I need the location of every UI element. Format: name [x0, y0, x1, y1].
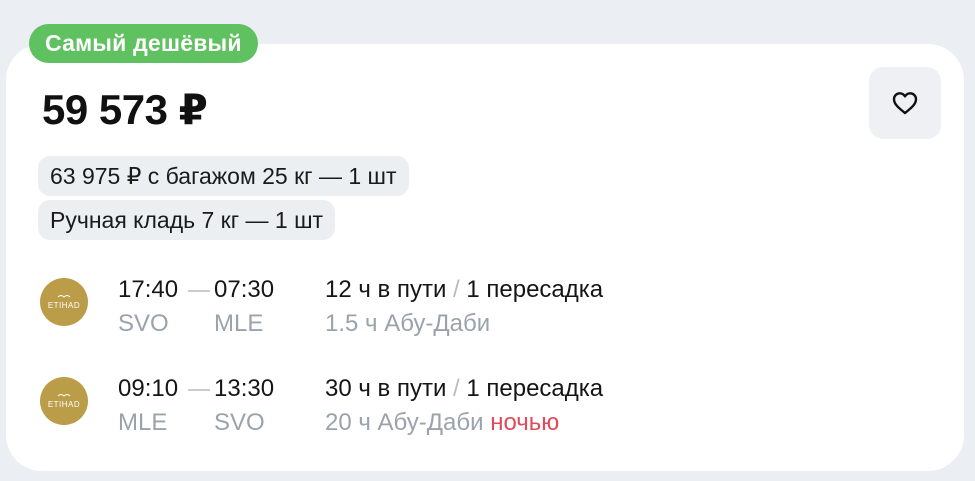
trip-summary: 30 ч в пути / 1 пересадка [325, 375, 603, 403]
arrival-airport: SVO [214, 409, 265, 436]
time-divider [188, 389, 210, 391]
cheapest-badge: Самый дешёвый [29, 24, 258, 63]
layover-info: 20 ч Абу-Даби ночью [325, 409, 559, 437]
svg-text:ETIHAD: ETIHAD [48, 301, 80, 310]
flight-segment-return: ETIHAD 09:10 13:30 MLE SVO 30 ч в пути /… [40, 375, 940, 455]
heart-icon [892, 92, 918, 115]
departure-time: 17:40 [118, 276, 179, 303]
separator: / [453, 375, 460, 402]
time-divider [188, 290, 210, 292]
travel-duration: 30 ч в пути [325, 375, 447, 402]
etihad-logo-icon: ETIHAD [40, 377, 88, 425]
layover-detail: 1.5 ч Абу-Даби [325, 310, 491, 337]
svg-text:ETIHAD: ETIHAD [48, 400, 80, 409]
arrival-time: 07:30 [214, 276, 275, 303]
flight-segment-outbound: ETIHAD 17:40 07:30 SVO MLE 12 ч в пути /… [40, 276, 940, 356]
arrival-airport: MLE [214, 310, 264, 337]
departure-airport: SVO [118, 310, 169, 337]
night-layover-note: ночью [490, 409, 560, 436]
arrival-time: 13:30 [214, 375, 275, 402]
transfers-count: 1 пересадка [466, 276, 604, 303]
transfers-count: 1 пересадка [466, 375, 604, 402]
layover-info: 1.5 ч Абу-Даби [325, 310, 490, 338]
etihad-logo-icon: ETIHAD [40, 278, 88, 326]
layover-detail: 20 ч Абу-Даби [325, 409, 484, 436]
favorite-button[interactable] [869, 67, 941, 139]
travel-duration: 12 ч в пути [325, 276, 447, 303]
hand-luggage-info: Ручная кладь 7 кг — 1 шт [38, 200, 336, 240]
ticket-price: 59 573 ₽ [42, 86, 208, 133]
separator: / [453, 276, 460, 303]
trip-summary: 12 ч в пути / 1 пересадка [325, 276, 603, 304]
departure-time: 09:10 [118, 375, 179, 402]
baggage-option[interactable]: 63 975 ₽ с багажом 25 кг — 1 шт [38, 156, 409, 196]
departure-airport: MLE [118, 409, 168, 436]
